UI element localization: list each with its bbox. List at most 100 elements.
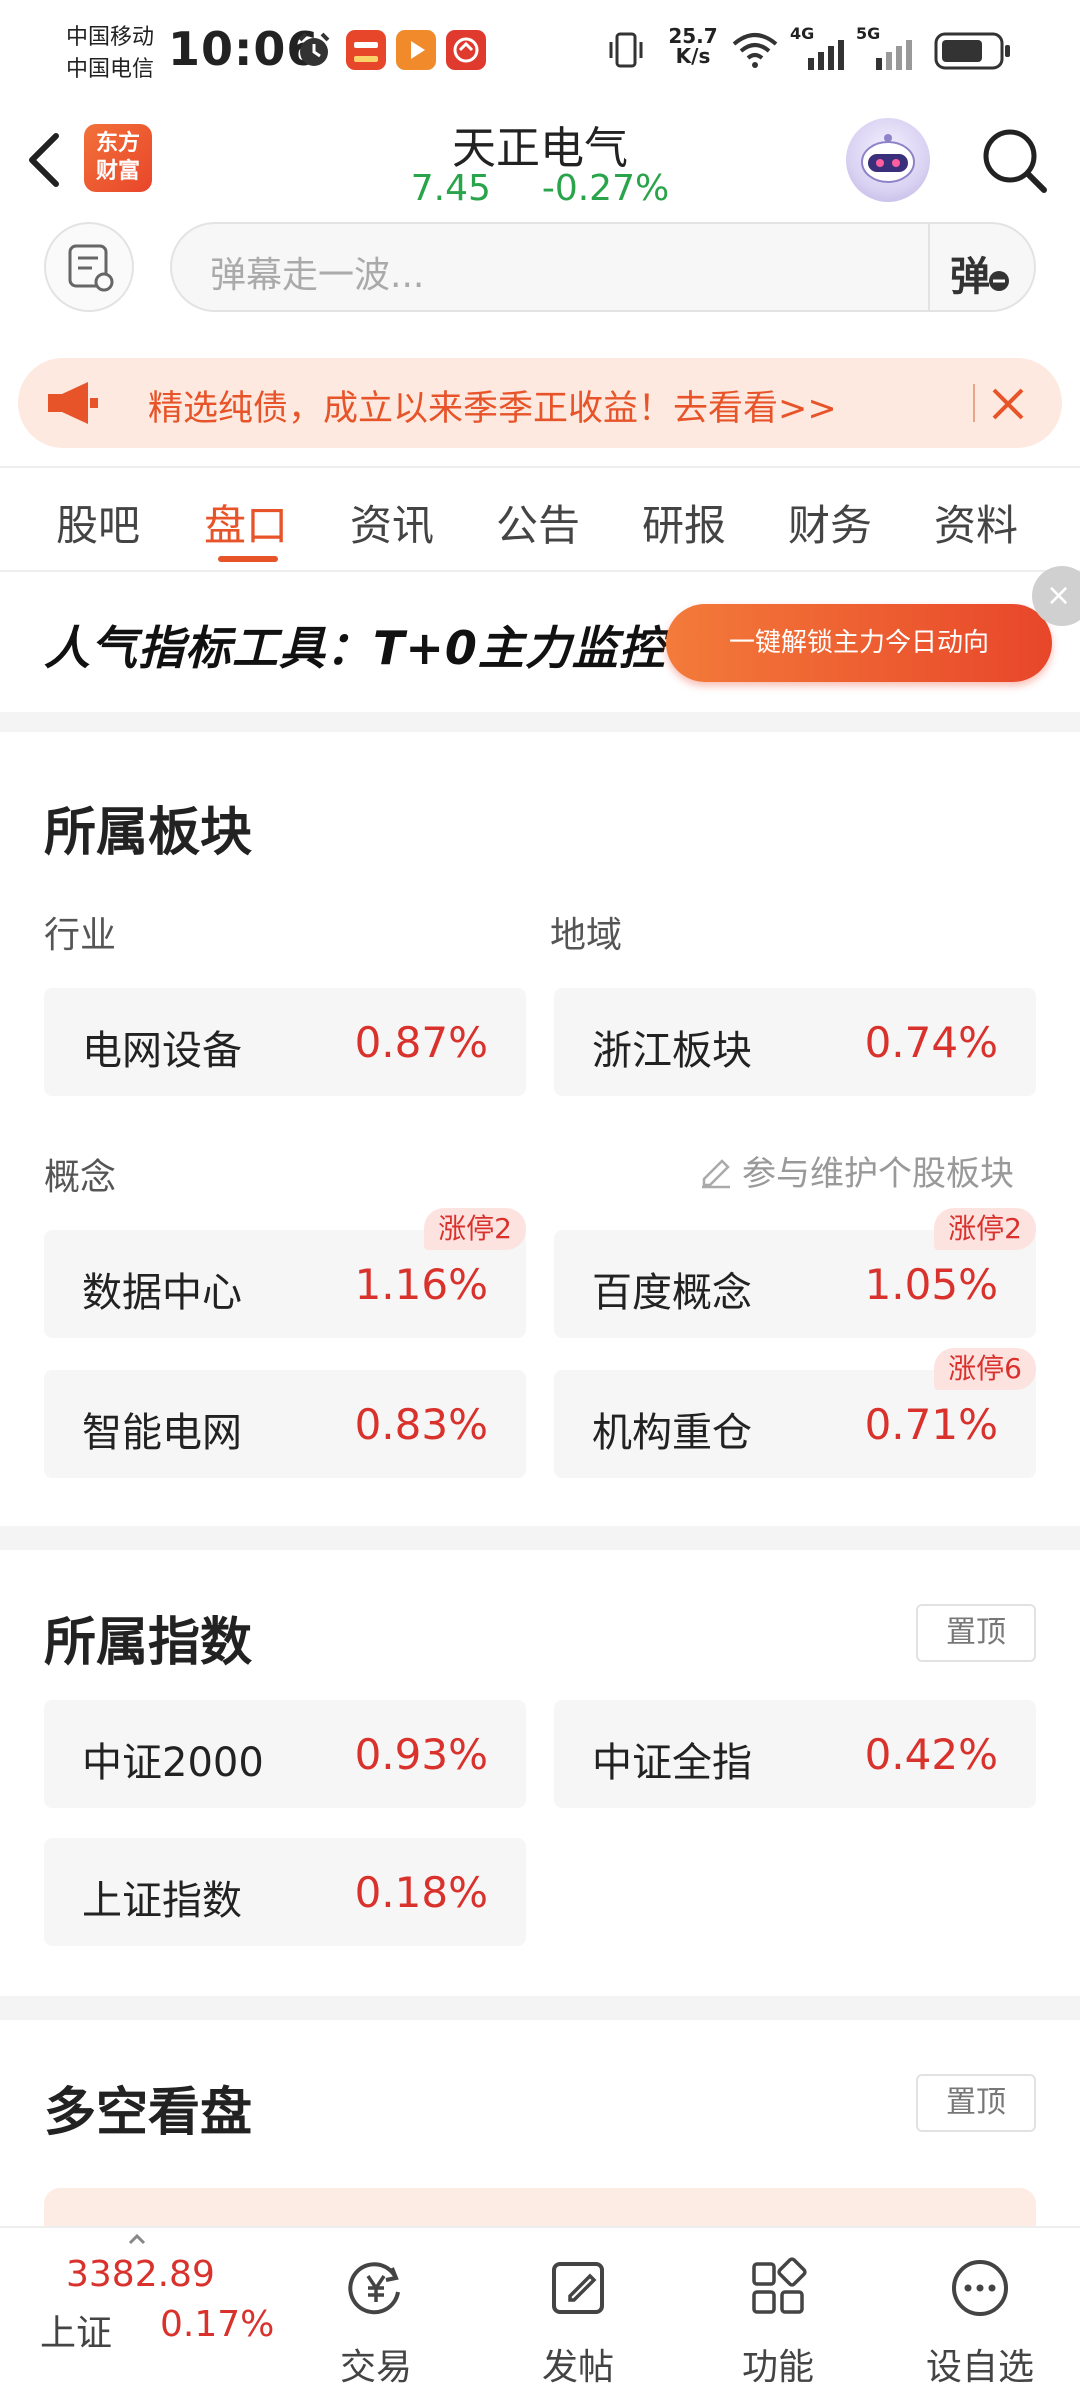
- concept-pct: 1.16%: [354, 1260, 488, 1309]
- tab-bar: 股吧 盘口 资讯 公告 研报 财务 资料: [0, 466, 1080, 572]
- nav-post[interactable]: 发帖: [508, 2238, 648, 2388]
- market-index-pct[interactable]: 0.17%: [160, 2304, 274, 2345]
- region-label: 地域: [550, 915, 623, 956]
- battery-icon: [934, 32, 1010, 70]
- stock-header: 东方 财富 天正电气 7.45 -0.27%: [0, 100, 1080, 220]
- danmaku-divider: [928, 224, 930, 310]
- limit-up-tag: 涨停6: [934, 1348, 1036, 1390]
- status-bar: 中国移动 中国电信 10:06 25.7 K/s 4G 5G: [0, 0, 1080, 100]
- section-gap: [0, 712, 1080, 732]
- index-chip[interactable]: 中证全指 0.42%: [554, 1700, 1036, 1808]
- tab-research[interactable]: 研报: [642, 492, 726, 553]
- maintain-sectors-link[interactable]: 参与维护个股板块: [698, 1146, 1014, 1195]
- grid-icon: [752, 2257, 807, 2314]
- concept-name: 智能电网: [82, 1410, 242, 1456]
- megaphone-icon: [48, 382, 98, 424]
- ai-assistant-avatar[interactable]: [846, 118, 930, 202]
- logo-line-2: 财富: [95, 159, 140, 184]
- sector-chip-industry[interactable]: 电网设备 0.87%: [44, 988, 526, 1096]
- pin-top-button[interactable]: 置顶: [916, 2074, 1036, 2132]
- index-chip[interactable]: 上证指数 0.18%: [44, 1838, 526, 1946]
- sector-name: 电网设备: [82, 1028, 242, 1074]
- index-name: 中证全指: [592, 1740, 752, 1786]
- tab-announcements[interactable]: 公告: [496, 492, 580, 553]
- promo-text: 精选纯债，成立以来季季正收益！去看看>>: [148, 389, 837, 429]
- stock-quote: 7.45 -0.27%: [340, 168, 740, 209]
- bottom-bar: 3382.89 上证 0.17% 交易 发帖 功能 设自选: [0, 2226, 1080, 2400]
- concept-name: 数据中心: [82, 1270, 242, 1316]
- search-icon[interactable]: [976, 122, 1052, 198]
- promo-divider: [973, 384, 975, 422]
- chevron-up-icon[interactable]: [126, 2232, 148, 2246]
- wifi-icon: [732, 33, 778, 68]
- eastmoney-logo[interactable]: 东方 财富: [84, 124, 152, 192]
- concept-pct: 0.83%: [354, 1400, 488, 1449]
- trade-yen-icon: [348, 2262, 400, 2315]
- concept-label: 概念: [44, 1157, 117, 1198]
- danmaku-input[interactable]: 弹幕走一波... 弹: [170, 222, 1036, 312]
- nav-trade-label: 交易: [339, 2347, 412, 2388]
- tab-pankou[interactable]: 盘口: [204, 492, 288, 553]
- close-icon[interactable]: [988, 384, 1028, 424]
- limit-up-tag: 涨停2: [934, 1208, 1036, 1250]
- nav-add-watchlist[interactable]: 设自选: [910, 2238, 1050, 2388]
- industry-label: 行业: [44, 915, 117, 956]
- news-app-icon: [446, 30, 486, 70]
- unlock-button[interactable]: 一键解锁主力今日动向: [666, 604, 1052, 682]
- index-pct: 0.93%: [354, 1730, 488, 1779]
- bull-bear-card: [44, 2188, 1036, 2228]
- index-name: 中证2000: [82, 1740, 264, 1786]
- pin-top-button[interactable]: 置顶: [916, 1604, 1036, 1662]
- concept-name: 机构重仓: [592, 1410, 752, 1456]
- tab-profile[interactable]: 资料: [934, 492, 1018, 553]
- nav-functions-label: 功能: [741, 2347, 814, 2388]
- stock-price: 7.45: [410, 168, 491, 209]
- nav-functions[interactable]: 功能: [708, 2238, 848, 2388]
- back-arrow-icon[interactable]: [22, 128, 66, 192]
- indices-title: 所属指数: [44, 1613, 253, 1673]
- danmaku-placeholder: 弹幕走一波...: [210, 255, 425, 296]
- concept-chip[interactable]: 涨停2 百度概念 1.05%: [554, 1208, 1036, 1338]
- danmaku-toggle-label: 弹: [950, 254, 990, 300]
- net-speed-value: 25.7: [668, 24, 718, 48]
- bull-bear-title: 多空看盘: [44, 2083, 253, 2143]
- stock-change: -0.27%: [541, 168, 670, 209]
- section-gap: [0, 1526, 1080, 1550]
- tool-ad-banner[interactable]: 人气指标工具：T+0主力监控 一键解锁主力今日动向 ×: [0, 566, 1080, 712]
- concept-chip[interactable]: 涨停2 数据中心 1.16%: [44, 1208, 526, 1338]
- sectors-title: 所属板块: [44, 803, 253, 863]
- concept-pct: 1.05%: [864, 1260, 998, 1309]
- concept-name: 百度概念: [592, 1270, 752, 1316]
- logo-line-1: 东方: [95, 131, 140, 156]
- danmaku-settings-icon: [68, 244, 114, 292]
- market-index-name[interactable]: 上证: [40, 2304, 112, 2356]
- alarm-icon: [298, 32, 330, 66]
- promo-banner[interactable]: 精选纯债，成立以来季季正收益！去看看>>: [18, 358, 1062, 448]
- market-index-value[interactable]: 3382.89: [66, 2254, 215, 2295]
- tab-guba[interactable]: 股吧: [56, 492, 140, 553]
- nav-post-label: 发帖: [541, 2347, 614, 2388]
- index-chip[interactable]: 中证2000 0.93%: [44, 1700, 526, 1808]
- signal-4g-icon: [808, 40, 844, 70]
- concept-chip[interactable]: 涨停6 机构重仓 0.71%: [554, 1348, 1036, 1478]
- concept-pct: 0.71%: [864, 1400, 998, 1449]
- nav-add-watchlist-label: 设自选: [925, 2347, 1034, 2388]
- tab-finance[interactable]: 财务: [788, 492, 872, 553]
- danmaku-toggle-button[interactable]: 弹: [950, 240, 1020, 300]
- danmaku-off-icon: [989, 271, 1009, 291]
- edit-pencil-icon: [702, 1159, 730, 1189]
- concept-chip[interactable]: 智能电网 0.83%: [44, 1370, 526, 1478]
- limit-up-tag: 涨停2: [424, 1208, 526, 1250]
- sector-name: 浙江板块: [592, 1028, 752, 1074]
- active-tab-indicator: [218, 556, 278, 562]
- nav-trade[interactable]: 交易: [306, 2238, 446, 2388]
- tab-news[interactable]: 资讯: [350, 492, 434, 553]
- compose-icon: [552, 2262, 604, 2314]
- stock-name: 天正电气: [452, 123, 628, 174]
- danmaku-settings-button[interactable]: [44, 222, 134, 312]
- video-app-icon: [396, 30, 436, 70]
- index-pct: 0.42%: [864, 1730, 998, 1779]
- sector-chip-region[interactable]: 浙江板块 0.74%: [554, 988, 1036, 1096]
- vibrate-icon: [609, 32, 643, 68]
- carrier-2: 中国电信: [66, 57, 155, 82]
